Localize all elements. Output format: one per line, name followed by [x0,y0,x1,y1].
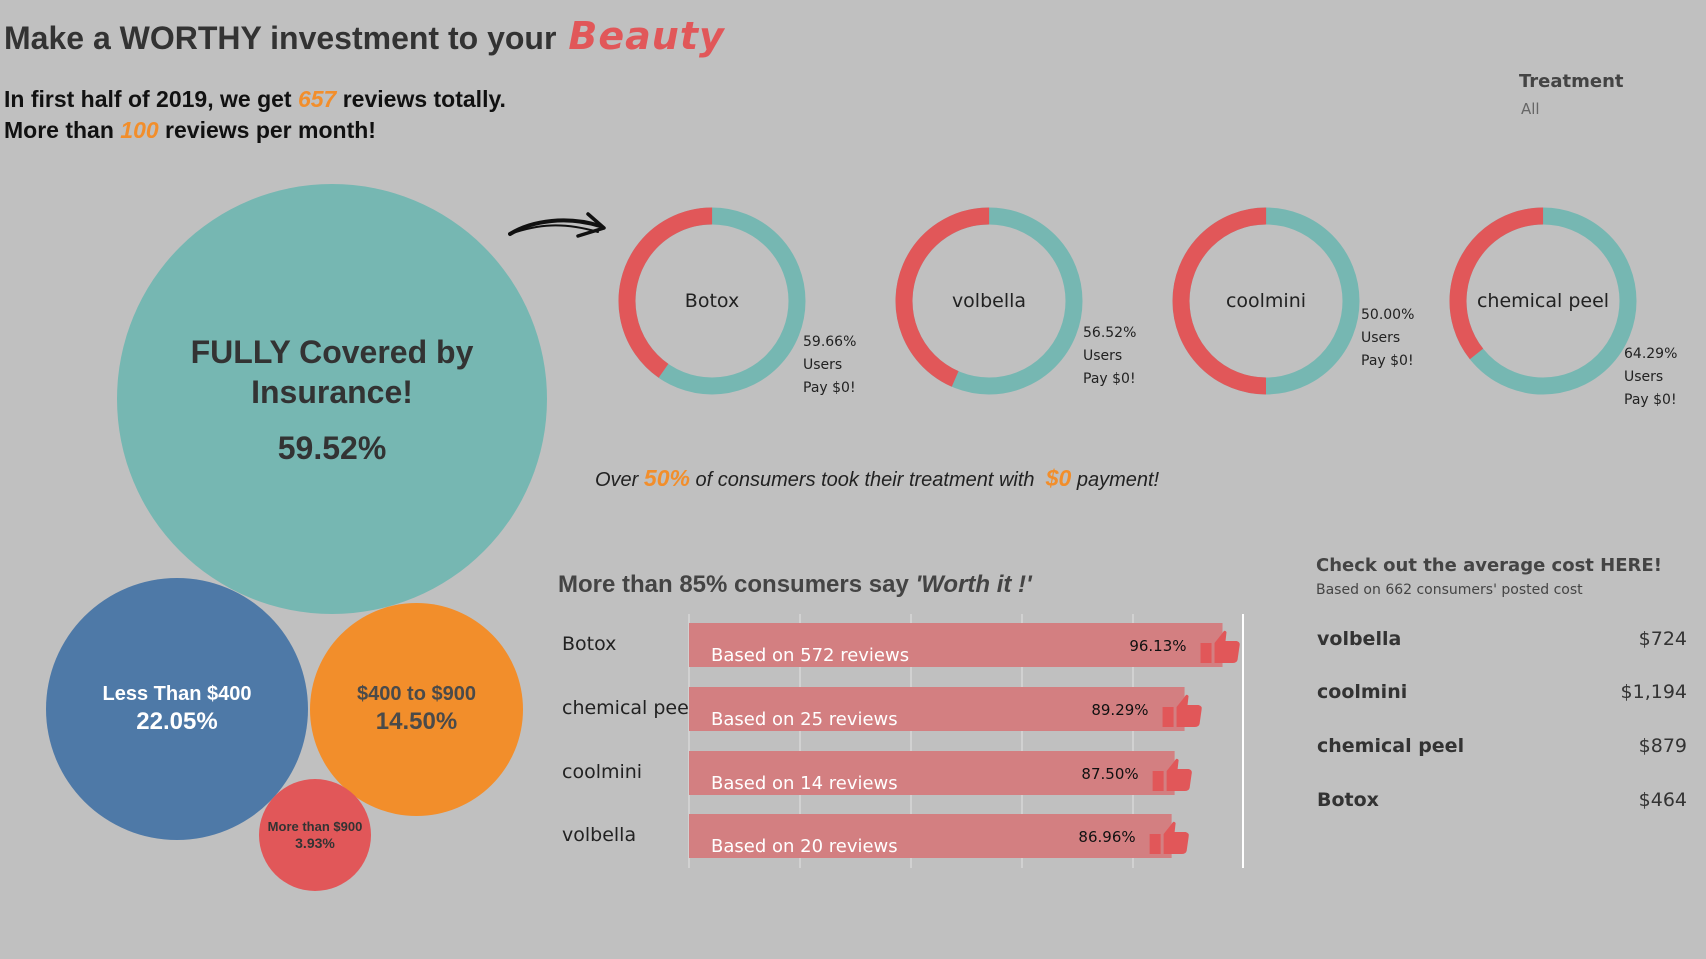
bar-review-count: Based on 25 reviews [711,709,898,730]
bubble-label: $400 to $900 [357,683,476,705]
summary-line-2: More than 100 reviews per month! [4,117,376,144]
cost-treatment-name: volbella [1317,628,1402,650]
review-total: 657 [297,86,337,112]
bar-category-label: volbella [562,824,636,846]
worth-it-bar-chart: Botox Based on 572 reviews 96.13% chemical … [562,614,1244,868]
statement-amount: $0 [1045,465,1072,491]
bar-value-label: 87.50% [1081,765,1138,783]
donut-label: coolmini [1225,290,1307,312]
title-text: Make a WORTHY investment to your [4,20,557,56]
bubble-label: FULLY Covered by Insurance! [190,333,474,410]
bar-category-label: chemical peel [562,697,694,719]
summary-text: More than [4,117,114,143]
cost-value: $464 [1638,789,1687,811]
donut-percent: 56.52% [1083,325,1137,341]
bar-review-count: Based on 14 reviews [711,773,898,794]
bubble-400-to-900: $400 to $900 14.50% [310,603,523,816]
bubble-fully-covered: FULLY Covered by Insurance! 59.52% [117,184,547,614]
statement-text: of consumers took their treatment with [695,469,1035,491]
donut-note: 64.29% Users Pay $0! [1624,343,1677,412]
worth-it-chart-title: More than 85% consumers say 'Worth it !' [558,571,1032,599]
donut-volbella: volbella [894,206,1084,396]
bubble-value: 3.93% [295,835,335,851]
title-accent: Beauty [568,14,725,58]
donut-label: Botox [684,290,740,312]
cost-treatment-name: coolmini [1317,681,1408,703]
cost-value: $879 [1638,735,1687,757]
summary-line-1: In first half of 2019, we get 657 review… [4,86,506,113]
cost-value: $1,194 [1620,681,1687,703]
bubble-value: 14.50% [375,708,458,735]
zero-payment-statement: Over 50% of consumers took their treatme… [595,465,1159,492]
bubble-more-than-900: More than $900 3.93% [259,779,371,891]
summary-text: reviews per month! [165,117,376,143]
bar-value-label: 86.96% [1078,828,1135,846]
bubble-label: Less Than $400 [102,682,252,705]
donut-note-text: Users [1624,369,1664,385]
donut-chemical-peel: chemical peel [1448,206,1638,396]
donut-label: volbella [951,290,1027,312]
donut-percent: 64.29% [1624,346,1678,362]
bar-review-count: Based on 572 reviews [711,645,909,666]
summary-text: In first half of 2019, we get [4,86,292,112]
donut-note-text: Users [803,357,843,373]
review-per-month: 100 [120,117,159,143]
donut-note-text: Pay $0! [1624,392,1677,408]
arrow-icon [508,212,606,238]
donut-Botox: Botox [617,206,807,396]
bar-category-label: coolmini [562,761,642,783]
donut-note-text: Pay $0! [803,380,856,396]
cost-row: chemical peel $879 [1317,735,1687,765]
cost-table-subtitle: Based on 662 consumers' posted cost [1316,582,1583,598]
treatment-filter-value[interactable]: All [1521,100,1540,118]
bubble-value: 22.05% [136,707,218,735]
donut-note: 59.66% Users Pay $0! [803,331,856,400]
statement-text: Over [595,469,639,491]
worth-title-quote: 'Worth it !' [915,571,1032,598]
cost-row: Botox $464 [1317,789,1687,819]
donut-note-text: Users [1083,348,1123,364]
statement-text: payment! [1076,469,1160,491]
donut-note-text: Pay $0! [1083,371,1136,387]
worth-title-text: More than 85% consumers say [558,571,909,598]
cost-treatment-name: chemical peel [1317,735,1465,757]
donut-percent: 50.00% [1361,307,1415,323]
donut-note-text: Pay $0! [1361,353,1414,369]
donut-coolmini: coolmini [1171,206,1361,396]
donut-percent: 59.66% [803,334,857,350]
bubble-less-than-400: Less Than $400 22.05% [46,578,308,840]
cost-row: coolmini $1,194 [1317,681,1687,711]
page-title: Make a WORTHY investment to your Beauty [4,14,725,58]
bar-value-label: 89.29% [1091,701,1148,719]
summary-text: reviews totally. [342,86,506,112]
donut-note-text: Users [1361,330,1401,346]
treatment-filter-title: Treatment [1519,71,1624,92]
bar-review-count: Based on 20 reviews [711,836,898,857]
cost-value: $724 [1638,628,1687,650]
statement-percent: 50% [643,465,690,491]
bar-category-label: Botox [562,633,616,655]
donut-note: 56.52% Users Pay $0! [1083,322,1136,391]
cost-treatment-name: Botox [1317,789,1379,811]
cost-table-title: Check out the average cost HERE! [1316,555,1662,576]
donut-label: chemical peel [1476,290,1610,312]
donut-note: 50.00% Users Pay $0! [1361,304,1414,373]
bubble-value: 59.52% [277,429,387,466]
bubble-label: More than $900 [267,819,363,834]
bar-value-label: 96.13% [1129,637,1186,655]
cost-row: volbella $724 [1317,628,1687,658]
